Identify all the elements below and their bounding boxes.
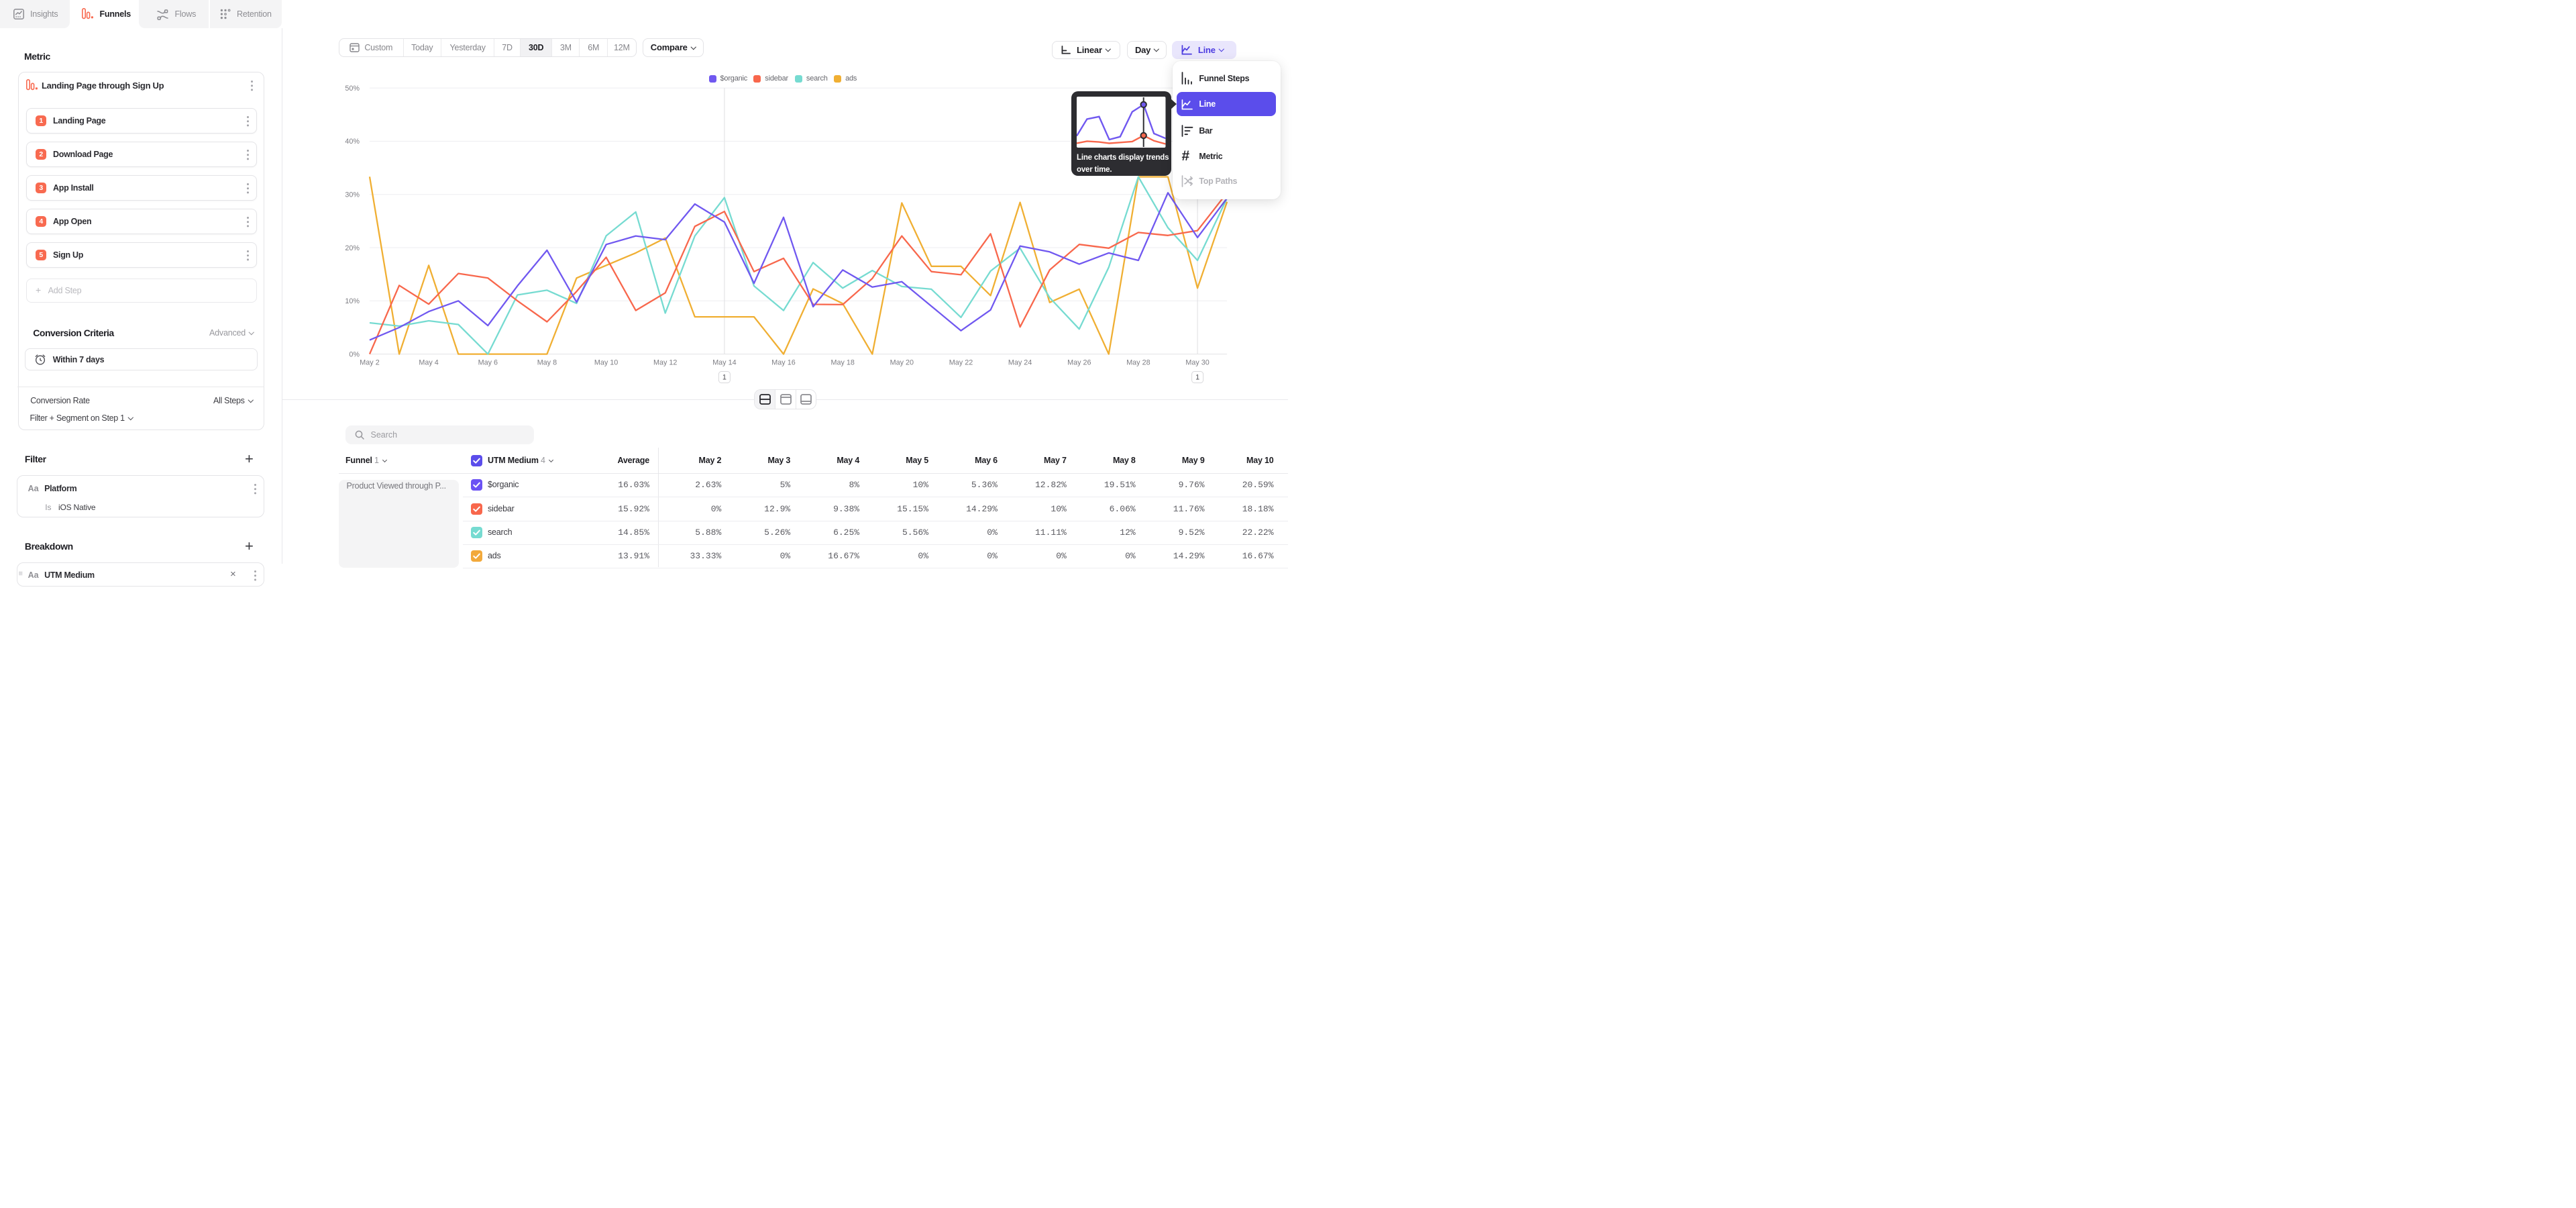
svg-text:40%: 40% xyxy=(345,138,360,146)
svg-text:May 18: May 18 xyxy=(830,359,854,367)
svg-text:0%: 0% xyxy=(349,350,360,358)
svg-text:May 30: May 30 xyxy=(1185,359,1209,367)
svg-text:May 8: May 8 xyxy=(537,359,557,367)
svg-text:May 28: May 28 xyxy=(1126,359,1150,367)
svg-text:1: 1 xyxy=(1195,373,1199,381)
svg-text:20%: 20% xyxy=(345,244,360,252)
svg-text:50%: 50% xyxy=(345,85,360,93)
svg-text:May 2: May 2 xyxy=(360,359,379,367)
svg-text:10%: 10% xyxy=(345,297,360,305)
svg-text:1: 1 xyxy=(722,373,727,381)
svg-text:May 24: May 24 xyxy=(1008,359,1032,367)
svg-text:May 14: May 14 xyxy=(712,359,736,367)
svg-text:May 10: May 10 xyxy=(594,359,618,367)
svg-text:May 12: May 12 xyxy=(653,359,677,367)
svg-text:May 26: May 26 xyxy=(1067,359,1091,367)
svg-text:May 22: May 22 xyxy=(949,359,973,367)
svg-text:May 6: May 6 xyxy=(478,359,498,367)
svg-text:May 20: May 20 xyxy=(890,359,914,367)
svg-text:30%: 30% xyxy=(345,191,360,199)
svg-text:May 4: May 4 xyxy=(419,359,438,367)
svg-text:May 16: May 16 xyxy=(771,359,795,367)
